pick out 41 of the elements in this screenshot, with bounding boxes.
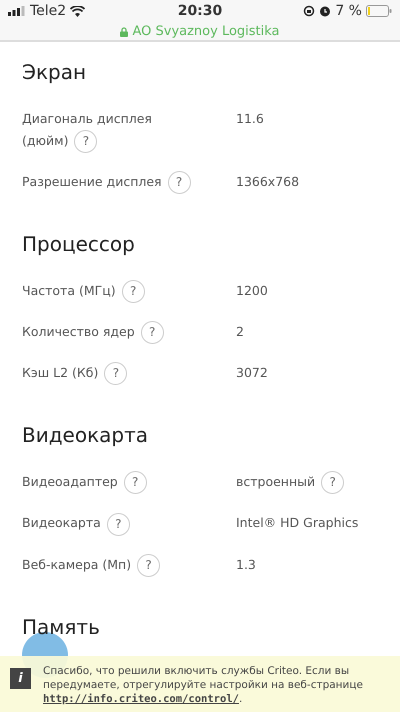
section-heading: Экран bbox=[21, 59, 88, 86]
info-icon: i bbox=[10, 668, 31, 689]
spec-label: Веб-камера (Мп) bbox=[22, 556, 132, 572]
notice-link[interactable]: http://info.criteo.com/control/ bbox=[43, 693, 239, 705]
help-button[interactable]: ? bbox=[74, 130, 98, 154]
battery-percent: 7 % bbox=[335, 2, 362, 20]
spec-label: Диагональ дисплея bbox=[22, 110, 152, 128]
spec-value: встроенный bbox=[236, 474, 316, 490]
spec-value: 3072 bbox=[236, 365, 268, 380]
spec-value: Intel® HD Graphics bbox=[236, 515, 358, 530]
spec-label: Кэш L2 (Кб) bbox=[22, 365, 98, 380]
wifi-icon bbox=[70, 6, 86, 16]
spec-label: Частота (МГц) bbox=[22, 283, 116, 298]
spec-label: Разрешение дисплея bbox=[22, 174, 162, 190]
spec-value: 11.6 bbox=[236, 111, 264, 126]
spec-value: 1.3 bbox=[236, 556, 256, 572]
spec-label: Видеоадаптер bbox=[22, 474, 118, 490]
spec-label: Видеокарта bbox=[22, 515, 101, 530]
signal-icon bbox=[8, 6, 26, 16]
section-heading: Видеокарта bbox=[21, 422, 150, 450]
section-heading: Память bbox=[21, 614, 101, 641]
battery-icon bbox=[366, 5, 392, 17]
spec-value: 1200 bbox=[236, 283, 268, 298]
help-button[interactable]: ? bbox=[122, 280, 145, 304]
help-button[interactable]: ? bbox=[137, 554, 160, 577]
alarm-icon bbox=[319, 5, 332, 17]
spec-label: Количество ядер bbox=[22, 324, 135, 340]
clock-time: 20:30 bbox=[178, 2, 222, 20]
help-button[interactable]: ? bbox=[104, 362, 128, 386]
help-button[interactable]: ? bbox=[140, 321, 164, 344]
help-button[interactable]: ? bbox=[106, 512, 130, 536]
help-button[interactable]: ? bbox=[168, 171, 191, 194]
rotation-lock-icon bbox=[303, 5, 316, 17]
help-button[interactable]: ? bbox=[124, 471, 147, 494]
help-button[interactable]: ? bbox=[321, 471, 344, 494]
spec-value: 1366x768 bbox=[236, 174, 300, 190]
spec-label: (дюйм) bbox=[22, 133, 68, 148]
carrier-name: Tele2 bbox=[30, 2, 66, 20]
notice-text: Спасибо, что решили включить службы Criteo. Если вы передумаете, отрегулируйте настройки на веб-странице http://info.criteo.com/control/. bbox=[43, 664, 364, 704]
section-heading: Процессор bbox=[21, 231, 136, 258]
spec-value: 2 bbox=[236, 324, 244, 340]
